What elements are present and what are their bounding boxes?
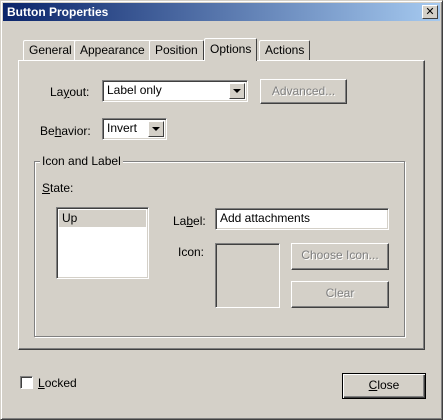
- behavior-value: Invert: [107, 121, 138, 135]
- tab-label: Appearance: [80, 43, 145, 57]
- choose-icon-button[interactable]: Choose Icon...: [291, 243, 389, 270]
- advanced-button[interactable]: Advanced...: [260, 79, 347, 104]
- tab-appearance[interactable]: Appearance: [74, 40, 151, 60]
- title-bar[interactable]: Button Properties ✕: [3, 3, 440, 21]
- icon-preview: [215, 243, 280, 308]
- tab-general[interactable]: General: [23, 40, 78, 60]
- label-input[interactable]: Add attachments: [215, 208, 389, 230]
- state-list[interactable]: Up: [56, 207, 149, 279]
- close-icon[interactable]: ✕: [422, 5, 438, 19]
- layout-select[interactable]: Label only: [102, 80, 248, 102]
- locked-checkbox[interactable]: [20, 376, 33, 389]
- tab-label: Options: [210, 42, 252, 56]
- group-title: Icon and Label: [40, 154, 123, 168]
- label-input-value: Add attachments: [220, 211, 311, 225]
- state-label: State:: [42, 181, 74, 195]
- icon-and-label-group: Icon and Label State: Up Label: Add atta…: [34, 154, 405, 337]
- tab-options[interactable]: Options: [204, 38, 258, 61]
- tab-label: Actions: [265, 43, 305, 57]
- clear-button[interactable]: Clear: [291, 281, 389, 308]
- locked-label[interactable]: Locked: [38, 376, 77, 390]
- behavior-label: Behavior:: [40, 124, 91, 138]
- tab-position[interactable]: Position: [149, 40, 204, 60]
- button-properties-dialog: Button Properties ✕ General Appearance P…: [0, 0, 443, 420]
- icon-label: Icon:: [178, 245, 205, 259]
- chevron-down-icon[interactable]: [148, 121, 164, 137]
- layout-value: Label only: [107, 83, 162, 97]
- behavior-select[interactable]: Invert: [102, 118, 167, 140]
- tab-label: Position: [155, 43, 198, 57]
- dialog-title: Button Properties: [7, 5, 109, 19]
- list-item[interactable]: Up: [59, 210, 146, 227]
- tab-label: General: [29, 43, 72, 57]
- layout-label: Layout:: [50, 85, 90, 99]
- tab-actions[interactable]: Actions: [259, 40, 311, 60]
- close-button[interactable]: Close: [342, 373, 426, 399]
- chevron-down-icon[interactable]: [229, 83, 245, 99]
- options-panel: Layout: Label only Advanced... Behavior:…: [18, 60, 425, 350]
- label-field-label: Label:: [173, 214, 206, 228]
